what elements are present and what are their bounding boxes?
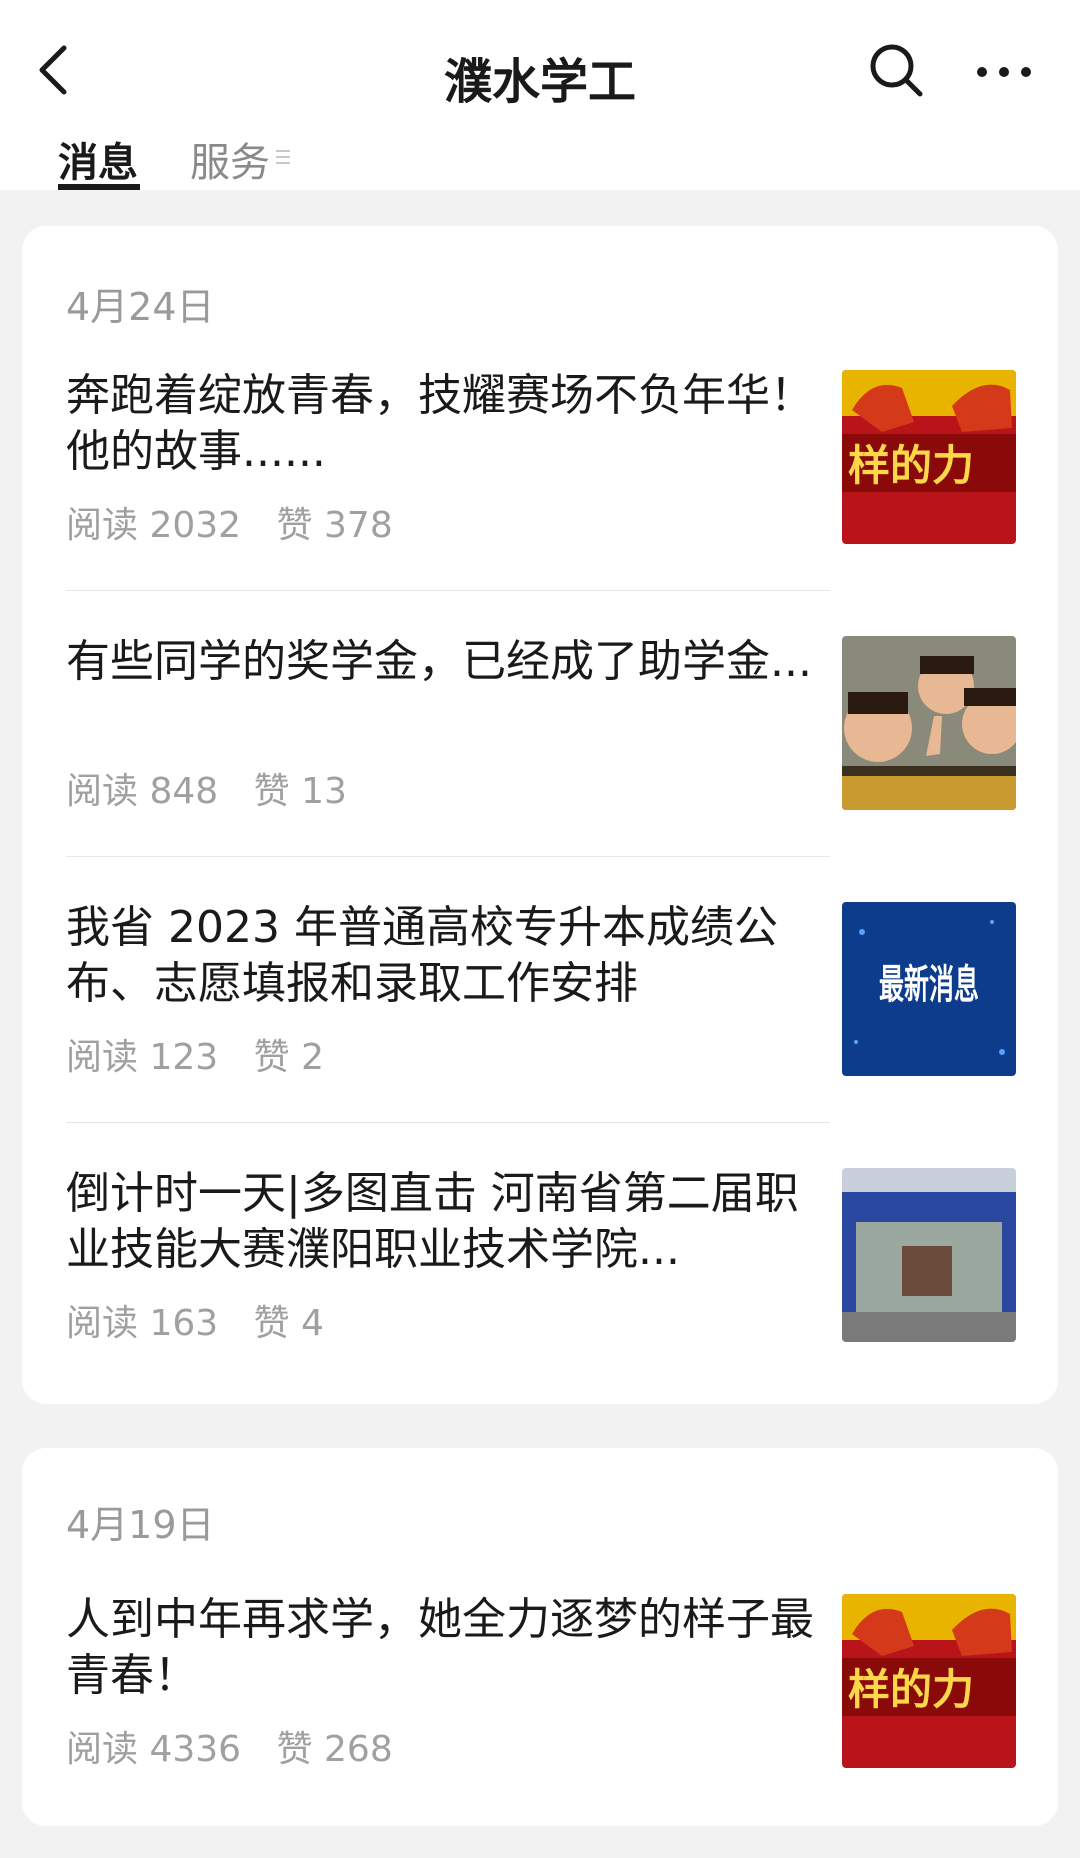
tab-services[interactable]: 服务 bbox=[190, 130, 270, 188]
article-stats: 阅读 2032 赞 378 bbox=[66, 496, 393, 548]
message-group-card: 4月24日 奔跑着绽放青春，技耀赛场不负年华！他的故事...... 阅读 203… bbox=[22, 226, 1058, 1404]
article-item[interactable]: 奔跑着绽放青春，技耀赛场不负年华！他的故事...... 阅读 2032 赞 37… bbox=[22, 368, 1058, 634]
divider bbox=[66, 856, 830, 857]
search-button[interactable] bbox=[866, 40, 926, 100]
active-tab-indicator bbox=[58, 184, 140, 190]
read-count: 2032 bbox=[149, 505, 242, 546]
like-label: 赞 bbox=[253, 771, 290, 812]
read-count: 163 bbox=[149, 1303, 219, 1344]
more-dots-icon bbox=[977, 67, 1031, 77]
read-count: 4336 bbox=[149, 1729, 242, 1770]
article-item[interactable]: 我省 2023 年普通高校专升本成绩公布、志愿填报和录取工作安排 阅读 123 … bbox=[22, 900, 1058, 1166]
group-date: 4月19日 bbox=[66, 1503, 215, 1547]
like-label: 赞 bbox=[253, 1303, 290, 1344]
article-title: 有些同学的奖学金，已经成了助学金... bbox=[66, 636, 812, 687]
article-title: 我省 2023 年普通高校专升本成绩公布、志愿填报和录取工作安排 bbox=[66, 902, 778, 1009]
message-group-card: 4月19日 人到中年再求学，她全力逐梦的样子最青春！ 阅读 4336 赞 268… bbox=[22, 1448, 1058, 1826]
thumbnail-text: 样的力 bbox=[848, 441, 974, 490]
like-label: 赞 bbox=[253, 1037, 290, 1078]
read-label: 阅读 bbox=[66, 1037, 139, 1078]
divider bbox=[66, 1122, 830, 1123]
article-stats: 阅读 163 赞 4 bbox=[66, 1294, 324, 1346]
like-label: 赞 bbox=[276, 1729, 313, 1770]
article-item[interactable]: 倒计时一天|多图直击 河南省第二届职业技能大赛濮阳职业技术学院... 阅读 16… bbox=[22, 1166, 1058, 1432]
read-label: 阅读 bbox=[66, 505, 139, 546]
article-stats: 阅读 848 赞 13 bbox=[66, 762, 347, 814]
group-date: 4月24日 bbox=[66, 285, 215, 329]
divider bbox=[66, 590, 830, 591]
tab-messages[interactable]: 消息 bbox=[58, 130, 138, 188]
read-label: 阅读 bbox=[66, 1303, 139, 1344]
more-button[interactable] bbox=[972, 50, 1036, 94]
article-thumbnail bbox=[842, 636, 1016, 810]
like-label: 赞 bbox=[276, 505, 313, 546]
read-label: 阅读 bbox=[66, 771, 139, 812]
read-count: 123 bbox=[149, 1037, 219, 1078]
read-label: 阅读 bbox=[66, 1729, 139, 1770]
like-count: 268 bbox=[324, 1729, 393, 1770]
article-item[interactable]: 有些同学的奖学金，已经成了助学金... 阅读 848 赞 13 bbox=[22, 634, 1058, 900]
article-thumbnail bbox=[842, 1168, 1016, 1342]
article-thumbnail: 最新消息 bbox=[842, 902, 1016, 1076]
article-stats: 阅读 123 赞 2 bbox=[66, 1028, 324, 1080]
search-icon bbox=[870, 44, 923, 97]
back-button[interactable] bbox=[30, 40, 80, 100]
article-item[interactable]: 人到中年再求学，她全力逐梦的样子最青春！ 阅读 4336 赞 268 样的力 bbox=[22, 1592, 1058, 1858]
read-count: 848 bbox=[149, 771, 219, 812]
article-stats: 阅读 4336 赞 268 bbox=[66, 1720, 393, 1772]
like-count: 2 bbox=[301, 1037, 325, 1078]
article-thumbnail: 样的力 bbox=[842, 370, 1016, 544]
like-count: 13 bbox=[301, 771, 347, 812]
thumbnail-text: 最新消息 bbox=[879, 961, 979, 1008]
article-thumbnail: 样的力 bbox=[842, 1594, 1016, 1768]
top-bar: 濮水学工 消息 服务 bbox=[0, 0, 1080, 190]
article-title: 奔跑着绽放青春，技耀赛场不负年华！他的故事...... bbox=[66, 370, 814, 477]
article-title: 倒计时一天|多图直击 河南省第二届职业技能大赛濮阳职业技术学院... bbox=[66, 1168, 799, 1275]
menu-icon[interactable] bbox=[276, 148, 290, 166]
article-title: 人到中年再求学，她全力逐梦的样子最青春！ bbox=[66, 1594, 814, 1701]
like-count: 4 bbox=[301, 1303, 325, 1344]
like-count: 378 bbox=[324, 505, 393, 546]
chevron-left-icon bbox=[39, 45, 67, 95]
thumbnail-text: 样的力 bbox=[848, 1665, 974, 1714]
